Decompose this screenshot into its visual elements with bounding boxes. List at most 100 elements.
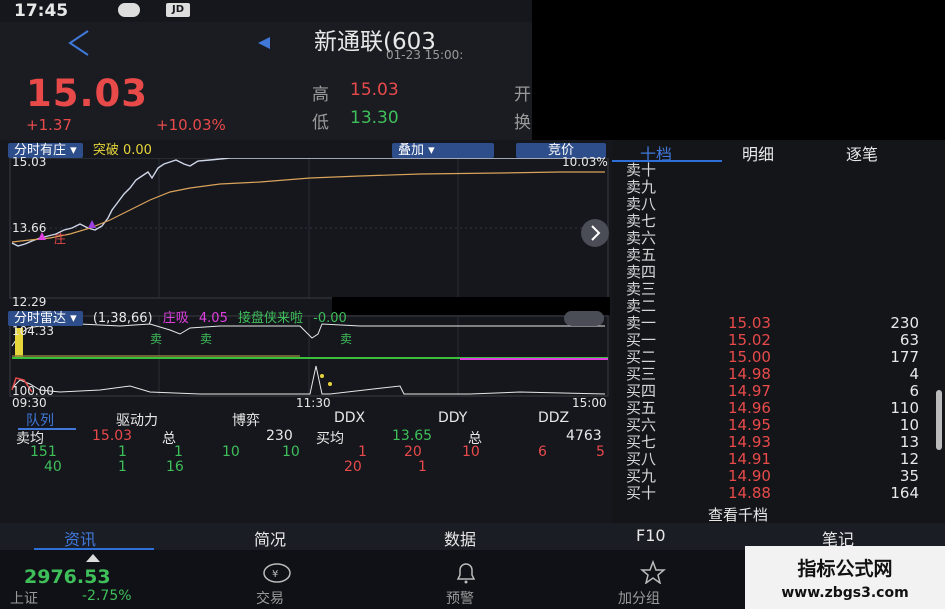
alert-label[interactable]: 预警 xyxy=(446,588,474,608)
stock-header: 新通联(603 01-23 15:00: 15.03 +1.37 +10.03%… xyxy=(0,22,532,140)
open-label-cut: 开 xyxy=(514,85,531,105)
back-arrow-icon[interactable] xyxy=(64,28,94,58)
subtab-ddy[interactable]: DDY xyxy=(438,410,467,426)
intraday-chart: 庄 卖 卖 卖 xyxy=(9,158,610,397)
ask-row: 卖七 xyxy=(612,213,927,230)
ob-level-label: 卖二 xyxy=(626,297,657,315)
ob-level-label: 买十 xyxy=(626,484,657,502)
tab-data[interactable]: 数据 xyxy=(444,526,476,550)
tab-profile[interactable]: 简况 xyxy=(254,526,286,550)
radar-ytop: 104.33 xyxy=(12,324,54,338)
ob-price: 14.96 xyxy=(728,399,771,417)
ob-level-label: 卖八 xyxy=(626,195,657,213)
bid-row: 买九 14.90 35 xyxy=(612,468,927,485)
ask-row: 卖二 xyxy=(612,298,927,315)
ob-price: 14.91 xyxy=(728,450,771,468)
sell-mark: 卖 xyxy=(200,332,212,346)
subtab-ddx[interactable]: DDX xyxy=(334,410,365,426)
bid-row: 买二 15.00 177 xyxy=(612,349,927,366)
ask-row: 卖九 xyxy=(612,179,927,196)
trade-icon[interactable]: ¥ xyxy=(262,562,292,584)
ob-volume: 230 xyxy=(890,314,919,332)
queue-cell: 1 xyxy=(174,444,183,460)
ob-volume: 110 xyxy=(890,399,919,417)
watermark-title: 指标公式网 xyxy=(797,558,893,580)
stock-datetime: 01-23 15:00: xyxy=(386,48,464,62)
scrollbar[interactable] xyxy=(936,390,942,450)
ob-level-label: 买二 xyxy=(626,348,657,366)
subtab-drive[interactable]: 驱动力 xyxy=(116,410,158,430)
zhuang-marker xyxy=(88,220,96,228)
queue-panel: 卖均 15.03 总 230 买均 13.65 总 4763 151 1 1 1… xyxy=(0,428,610,478)
expand-circle[interactable] xyxy=(581,219,609,247)
queue-cell: 40 xyxy=(44,459,62,475)
ob-price: 15.00 xyxy=(728,348,771,366)
status-time: 17:45 xyxy=(14,1,69,21)
buy-avg-label: 买均 xyxy=(316,431,344,447)
order-book: 十档 明细 逐笔 卖十 卖九 卖八 卖七 卖六 卖五 卖四 卖三 卖二 卖一 15.03 230 买一 1… xyxy=(612,140,945,525)
ob-volume: 13 xyxy=(899,433,919,451)
ob-volume: 4 xyxy=(909,365,919,383)
ob-level-label: 卖九 xyxy=(626,178,657,196)
bid-row: 买一 15.02 63 xyxy=(612,332,927,349)
bid-row: 买六 14.95 10 xyxy=(612,417,927,434)
subtab-queue[interactable]: 队列 xyxy=(26,410,54,430)
time-start: 09:30 xyxy=(12,396,47,410)
ob-volume: 10 xyxy=(899,416,919,434)
panel2-header: 分时雷达 ▾ (1,38,66) 庄吸 4.05 接盘侠来啦 -0.00 xyxy=(8,310,608,327)
index-value[interactable]: 2976.53 xyxy=(24,566,111,588)
star-icon[interactable] xyxy=(640,560,666,584)
overlay-button[interactable]: 叠加 ▾ xyxy=(392,143,494,158)
ask-row: 卖八 xyxy=(612,196,927,213)
ob-level-label: 买三 xyxy=(626,365,657,383)
ask-row: 卖一 15.03 230 xyxy=(612,315,927,332)
tab-f10[interactable]: F10 xyxy=(636,526,666,545)
queue-cell: 1 xyxy=(358,444,367,460)
black-overlay xyxy=(532,0,945,140)
ob-volume: 164 xyxy=(890,484,919,502)
bid-row: 买四 14.97 6 xyxy=(612,383,927,400)
index-change: -2.75% xyxy=(82,588,132,604)
jd-badge: JD xyxy=(166,3,190,17)
time-end: 15:00 xyxy=(572,396,607,410)
ob-price: 14.90 xyxy=(728,467,771,485)
queue-cell: 20 xyxy=(344,459,362,475)
prev-stock-icon[interactable] xyxy=(256,35,272,51)
breakout-value: 0.00 xyxy=(122,143,152,158)
ob-price: 15.02 xyxy=(728,331,771,349)
queue-cell: 6 xyxy=(538,444,547,460)
ask-row: 卖五 xyxy=(612,247,927,264)
panel1-header: 分时有庄 ▾ 突破 0.00 叠加 ▾ 竞价 xyxy=(8,142,608,159)
view-thousand-levels[interactable]: 查看千档 xyxy=(708,504,768,525)
bell-icon[interactable] xyxy=(454,562,478,584)
zhuangxi-value: 4.05 xyxy=(198,311,228,326)
ob-level-label: 卖五 xyxy=(626,246,657,264)
subtab-game[interactable]: 博弈 xyxy=(232,410,260,430)
subtab-ddz[interactable]: DDZ xyxy=(538,410,569,426)
chart-area: 分时有庄 ▾ 突破 0.00 叠加 ▾ 竞价 庄 卖 卖 卖 15.03 10.… xyxy=(0,140,610,412)
ob-price: 14.98 xyxy=(728,365,771,383)
queue-cell: 10 xyxy=(462,444,480,460)
watermark-url: www.zbgs3.com xyxy=(781,585,909,601)
ob-price: 15.03 xyxy=(728,314,771,332)
ob-price: 14.97 xyxy=(728,382,771,400)
status-bar: 17:45 JD xyxy=(0,0,532,22)
jiepan-label: 接盘侠来啦 xyxy=(237,311,303,326)
ob-level-label: 卖十 xyxy=(626,161,657,179)
buy-avg-value: 13.65 xyxy=(392,428,433,444)
up-triangle-icon xyxy=(86,554,100,562)
ob-level-label: 买一 xyxy=(626,331,657,349)
ob-level-label: 买四 xyxy=(626,382,657,400)
subtab-bar: 队列 驱动力 博弈 DDX DDY DDZ xyxy=(0,410,610,430)
radar-params: (1,38,66) xyxy=(92,311,153,326)
ob-price: 14.93 xyxy=(728,433,771,451)
bid-row: 买七 14.93 13 xyxy=(612,434,927,451)
radar-toggle[interactable] xyxy=(564,311,604,326)
add-group-label[interactable]: 加分组 xyxy=(618,588,660,608)
queue-cell: 5 xyxy=(596,444,605,460)
tab-news[interactable]: 资讯 xyxy=(64,526,96,550)
ob-level-label: 买六 xyxy=(626,416,657,434)
ask-row: 卖三 xyxy=(612,281,927,298)
queue-cell: 1 xyxy=(118,459,127,475)
trade-label[interactable]: 交易 xyxy=(256,588,284,608)
